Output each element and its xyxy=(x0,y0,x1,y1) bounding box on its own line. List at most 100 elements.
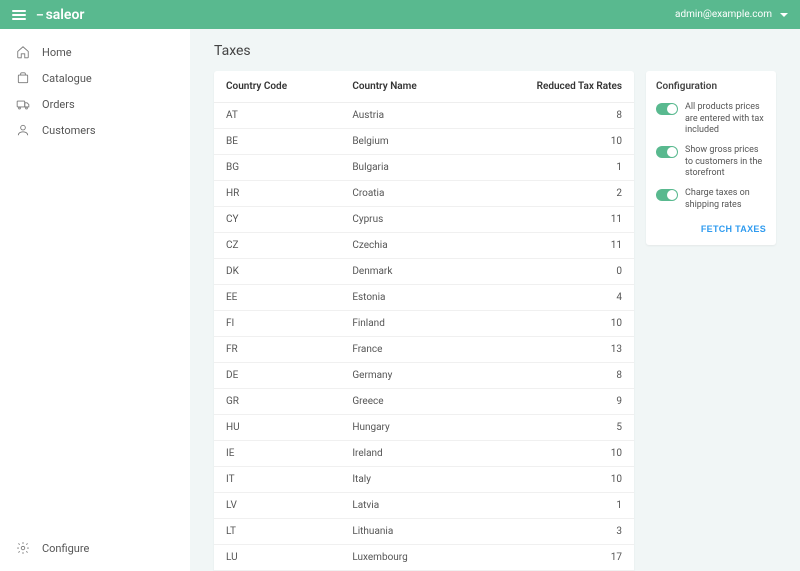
col-header-rates: Reduced Tax Rates xyxy=(472,71,634,103)
table-row[interactable]: CZCzechia11 xyxy=(214,233,634,259)
cell-name: France xyxy=(340,337,471,363)
cell-name: Belgium xyxy=(340,129,471,155)
user-email: admin@example.com xyxy=(675,9,772,20)
cell-code: LT xyxy=(214,519,340,545)
table-row[interactable]: LULuxembourg17 xyxy=(214,545,634,571)
cell-name: Czechia xyxy=(340,233,471,259)
toggle-switch[interactable] xyxy=(656,189,678,201)
table-row[interactable]: EEEstonia4 xyxy=(214,285,634,311)
cell-name: Latvia xyxy=(340,493,471,519)
config-title: Configuration xyxy=(656,81,766,92)
cell-name: Estonia xyxy=(340,285,471,311)
cell-name: Lithuania xyxy=(340,519,471,545)
toggle-switch[interactable] xyxy=(656,103,678,115)
taxes-table-card: Country Code Country Name Reduced Tax Ra… xyxy=(214,71,634,571)
fetch-taxes-button[interactable]: FETCH TAXES xyxy=(701,224,766,234)
orders-icon xyxy=(16,97,30,111)
table-row[interactable]: LVLatvia1 xyxy=(214,493,634,519)
toggle-row: Charge taxes on shipping rates xyxy=(656,188,766,211)
col-header-name: Country Name xyxy=(340,71,471,103)
sidebar-item-label: Configure xyxy=(42,542,89,555)
table-row[interactable]: DEGermany8 xyxy=(214,363,634,389)
cell-rates: 10 xyxy=(472,441,634,467)
cell-name: Greece xyxy=(340,389,471,415)
cell-code: FR xyxy=(214,337,340,363)
cell-rates: 8 xyxy=(472,103,634,129)
cell-rates: 8 xyxy=(472,363,634,389)
cell-rates: 10 xyxy=(472,129,634,155)
cell-code: DK xyxy=(214,259,340,285)
table-row[interactable]: GRGreece9 xyxy=(214,389,634,415)
cell-code: DE xyxy=(214,363,340,389)
nav: Home Catalogue Orders Customers xyxy=(0,39,190,535)
cell-code: IE xyxy=(214,441,340,467)
sidebar-item-orders[interactable]: Orders xyxy=(0,91,190,117)
cell-name: Bulgaria xyxy=(340,155,471,181)
menu-icon[interactable] xyxy=(12,10,26,20)
sidebar: Home Catalogue Orders Customers Configur… xyxy=(0,29,190,571)
logo[interactable]: – saleor xyxy=(36,7,84,23)
cell-rates: 11 xyxy=(472,207,634,233)
cell-name: Italy xyxy=(340,467,471,493)
cell-code: HR xyxy=(214,181,340,207)
table-row[interactable]: DKDenmark0 xyxy=(214,259,634,285)
cell-rates: 1 xyxy=(472,493,634,519)
cell-rates: 0 xyxy=(472,259,634,285)
cell-code: IT xyxy=(214,467,340,493)
cell-rates: 1 xyxy=(472,155,634,181)
cell-rates: 10 xyxy=(472,311,634,337)
sidebar-item-label: Home xyxy=(42,46,72,59)
table-row[interactable]: FRFrance13 xyxy=(214,337,634,363)
sidebar-item-configure[interactable]: Configure xyxy=(0,535,190,561)
cell-name: Austria xyxy=(340,103,471,129)
cell-code: CZ xyxy=(214,233,340,259)
table-row[interactable]: HUHungary5 xyxy=(214,415,634,441)
sidebar-item-home[interactable]: Home xyxy=(0,39,190,65)
cell-name: Luxembourg xyxy=(340,545,471,571)
cell-rates: 11 xyxy=(472,233,634,259)
user-menu[interactable]: admin@example.com xyxy=(675,9,788,20)
cell-code: CY xyxy=(214,207,340,233)
toggle-row: All products prices are entered with tax… xyxy=(656,102,766,137)
cell-name: Denmark xyxy=(340,259,471,285)
cell-name: Finland xyxy=(340,311,471,337)
cell-rates: 13 xyxy=(472,337,634,363)
cell-code: AT xyxy=(214,103,340,129)
cell-rates: 2 xyxy=(472,181,634,207)
gear-icon xyxy=(16,541,30,555)
table-row[interactable]: BGBulgaria1 xyxy=(214,155,634,181)
cell-code: BG xyxy=(214,155,340,181)
cell-name: Ireland xyxy=(340,441,471,467)
configuration-card: Configuration All products prices are en… xyxy=(646,71,776,245)
cell-code: LV xyxy=(214,493,340,519)
cell-code: HU xyxy=(214,415,340,441)
sidebar-item-label: Catalogue xyxy=(42,72,92,85)
cell-code: LU xyxy=(214,545,340,571)
cell-rates: 3 xyxy=(472,519,634,545)
customers-icon xyxy=(16,123,30,137)
toggle-row: Show gross prices to customers in the st… xyxy=(656,145,766,180)
table-row[interactable]: ITItaly10 xyxy=(214,467,634,493)
table-row[interactable]: IEIreland10 xyxy=(214,441,634,467)
cell-name: Hungary xyxy=(340,415,471,441)
top-bar: – saleor admin@example.com xyxy=(0,0,800,29)
table-row[interactable]: LTLithuania3 xyxy=(214,519,634,545)
sidebar-item-customers[interactable]: Customers xyxy=(0,117,190,143)
logo-mark: – xyxy=(36,8,44,22)
cell-code: FI xyxy=(214,311,340,337)
toggle-switch[interactable] xyxy=(656,146,678,158)
table-row[interactable]: BEBelgium10 xyxy=(214,129,634,155)
home-icon xyxy=(16,45,30,59)
catalogue-icon xyxy=(16,71,30,85)
chevron-down-icon xyxy=(780,13,788,17)
cell-code: EE xyxy=(214,285,340,311)
taxes-table: Country Code Country Name Reduced Tax Ra… xyxy=(214,71,634,571)
table-row[interactable]: HRCroatia2 xyxy=(214,181,634,207)
table-row[interactable]: CYCyprus11 xyxy=(214,207,634,233)
sidebar-item-catalogue[interactable]: Catalogue xyxy=(0,65,190,91)
table-row[interactable]: ATAustria8 xyxy=(214,103,634,129)
cell-rates: 10 xyxy=(472,467,634,493)
table-row[interactable]: FIFinland10 xyxy=(214,311,634,337)
cell-code: BE xyxy=(214,129,340,155)
cell-name: Croatia xyxy=(340,181,471,207)
